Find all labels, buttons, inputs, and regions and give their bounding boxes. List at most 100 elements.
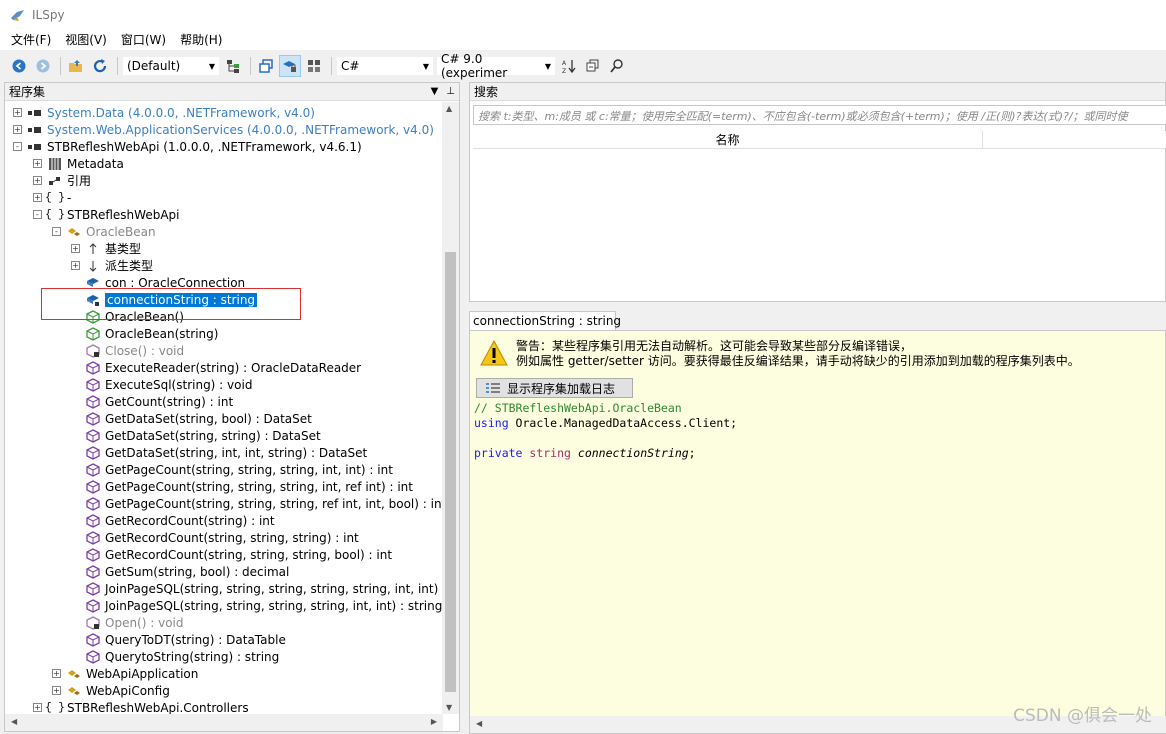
tree-item[interactable]: + WebApiApplication — [52, 665, 198, 682]
manage-assembly-lists-button[interactable] — [222, 55, 244, 77]
assembly-list-combo[interactable]: (Default) ▼ — [122, 56, 220, 76]
tree-item[interactable]: GetSum(string, bool) : decimal — [71, 563, 289, 580]
tree-item[interactable]: GetRecordCount(string, string, string, b… — [71, 546, 392, 563]
collapse-icon[interactable]: - — [33, 210, 42, 219]
tree-item[interactable]: GetRecordCount(string) : int — [71, 512, 275, 529]
reload-button[interactable] — [89, 55, 111, 77]
show-assembly-load-log-button[interactable]: 显示程序集加载日志 — [476, 378, 633, 398]
decompiled-code[interactable]: // STBRefleshWebApi.OracleBean using Ora… — [474, 401, 737, 461]
collapse-icon[interactable]: - — [52, 227, 61, 236]
tree-item[interactable]: -{ } STBRefleshWebApi — [33, 206, 179, 223]
show-compiler-generated-button[interactable] — [303, 55, 325, 77]
window-title: ILSpy — [32, 8, 65, 22]
method-icon — [85, 581, 101, 597]
tree-item[interactable]: + 引用 — [33, 172, 91, 189]
tree-item[interactable]: OracleBean(string) — [71, 325, 218, 342]
assembly-list-value: (Default) — [127, 59, 181, 73]
toolbar-separator — [331, 57, 332, 75]
tree-item-label: 派生类型 — [105, 259, 154, 273]
forward-button[interactable] — [32, 55, 54, 77]
collapse-icon[interactable]: - — [13, 142, 22, 151]
tab-decompiled-member[interactable]: connectionString : string — [469, 311, 621, 331]
tree-item-label: Close() : void — [105, 343, 185, 358]
tree-horizontal-scrollbar[interactable]: ◀ ▶ — [5, 714, 443, 731]
show-private-members-button[interactable] — [279, 55, 301, 77]
tree-item[interactable]: GetDataSet(string, string) : DataSet — [71, 427, 321, 444]
tree-item-label: GetPageCount(string, string, string, ref… — [105, 496, 443, 511]
tree-item[interactable]: +{ } - — [33, 189, 71, 206]
menu-file[interactable]: 文件(F) — [4, 30, 58, 50]
tree-item[interactable]: +{ } STBRefleshWebApi.Controllers — [33, 699, 249, 714]
tree-item[interactable]: - STBRefleshWebApi (1.0.0.0, .NETFramewor… — [13, 138, 362, 155]
expand-icon[interactable]: + — [33, 159, 42, 168]
scrollbar-thumb[interactable] — [445, 252, 456, 692]
tree-item-label: System.Data (4.0.0.0, .NETFramework, v4.… — [47, 105, 315, 120]
tree-item[interactable]: GetCount(string) : int — [71, 393, 233, 410]
tree-item[interactable]: QueryToDT(string) : DataTable — [71, 631, 286, 648]
assembly-tree[interactable]: + System.Data (4.0.0.0, .NETFramework, v4… — [5, 102, 443, 714]
scroll-up-icon[interactable]: ▲ — [446, 104, 452, 113]
tree-item[interactable]: + 基类型 — [71, 240, 141, 257]
search-button[interactable] — [606, 55, 628, 77]
tree-item-label: Open() : void — [105, 615, 184, 630]
expand-icon[interactable]: + — [52, 669, 61, 678]
chevron-down-icon: ▼ — [544, 61, 551, 71]
open-button[interactable] — [65, 55, 87, 77]
expand-icon[interactable]: + — [71, 244, 80, 253]
tree-item[interactable]: JoinPageSQL(string, string, string, stri… — [71, 597, 442, 614]
class-icon — [66, 683, 82, 699]
tree-item[interactable]: GetPageCount(string, string, string, int… — [71, 461, 393, 478]
tree-item[interactable]: ExecuteSql(string) : void — [71, 376, 252, 393]
expand-icon[interactable]: + — [33, 193, 42, 202]
scroll-down-icon[interactable]: ▼ — [446, 703, 452, 712]
tree-item[interactable]: GetRecordCount(string, string, string) :… — [71, 529, 359, 546]
expand-icon[interactable]: + — [71, 261, 80, 270]
tree-vertical-scrollbar[interactable]: ▲ ▼ — [442, 102, 459, 714]
scroll-right-icon[interactable]: ▶ — [431, 717, 437, 726]
code-semicolon: ; — [688, 446, 696, 460]
tree-item[interactable]: GetPageCount(string, string, string, int… — [71, 478, 413, 495]
tree-item-label: OracleBean — [86, 224, 156, 239]
warning-line-1: 警告：某些程序集引用无法自动解析。这可能会导致某些部分反编译错误， — [516, 339, 913, 353]
menu-window[interactable]: 窗口(W) — [114, 30, 173, 50]
back-button[interactable] — [8, 55, 30, 77]
expand-icon[interactable]: + — [33, 176, 42, 185]
menu-help[interactable]: 帮助(H) — [173, 30, 229, 50]
collapse-all-icon — [586, 59, 599, 72]
tree-item[interactable]: GetPageCount(string, string, string, ref… — [71, 495, 443, 512]
sort-button[interactable]: AZ — [558, 55, 580, 77]
tree-item[interactable]: + 派生类型 — [71, 257, 153, 274]
tree-item-label: GetRecordCount(string) : int — [105, 513, 275, 528]
tree-item[interactable]: - OracleBean — [52, 223, 156, 240]
tree-item[interactable]: + System.Web.ApplicationServices (4.0.0.0… — [13, 121, 434, 138]
panel-menu-icon[interactable]: ▼ — [431, 86, 439, 97]
language-combo[interactable]: C# ▼ — [336, 56, 434, 76]
search-input[interactable]: 搜索 t:类型、m:成员 或 c:常量；使用完全匹配(=term)、不应包含(-… — [473, 105, 1166, 125]
namespace-icon: { } — [45, 701, 65, 714]
pin-icon[interactable]: ⊥ — [446, 86, 455, 97]
expand-icon[interactable]: + — [13, 125, 22, 134]
scroll-left-icon[interactable]: ◀ — [476, 719, 482, 728]
tree-item[interactable]: ExecuteReader(string) : OracleDataReader — [71, 359, 361, 376]
menu-view[interactable]: 视图(V) — [58, 30, 114, 50]
tree-item[interactable]: Open() : void — [71, 614, 183, 631]
tree-item[interactable]: Close() : void — [71, 342, 184, 359]
tree-item[interactable]: QuerytoString(string) : string — [71, 648, 279, 665]
language-version-combo[interactable]: C# 9.0 (experimer ▼ — [436, 52, 556, 80]
column-header-name[interactable]: 名称 — [473, 131, 983, 149]
expand-icon[interactable]: + — [33, 703, 42, 712]
expand-icon[interactable]: + — [52, 686, 61, 695]
tree-item[interactable]: + WebApiConfig — [52, 682, 170, 699]
tree-item[interactable]: + Metadata — [33, 155, 124, 172]
tree-item[interactable]: + System.Data (4.0.0.0, .NETFramework, v4… — [13, 104, 315, 121]
scroll-left-icon[interactable]: ◀ — [11, 717, 17, 726]
tree-item-label: GetDataSet(string, int, int, string) : D… — [105, 445, 368, 460]
tree-item-label: GetRecordCount(string, string, string, b… — [105, 547, 393, 562]
show-all-button[interactable] — [255, 55, 277, 77]
class-icon — [66, 666, 82, 682]
collapse-all-button[interactable] — [582, 55, 604, 77]
tree-item[interactable]: JoinPageSQL(string, string, string, stri… — [71, 580, 443, 597]
tree-item[interactable]: GetDataSet(string, int, int, string) : D… — [71, 444, 367, 461]
expand-icon[interactable]: + — [13, 108, 22, 117]
tree-item[interactable]: GetDataSet(string, bool) : DataSet — [71, 410, 312, 427]
